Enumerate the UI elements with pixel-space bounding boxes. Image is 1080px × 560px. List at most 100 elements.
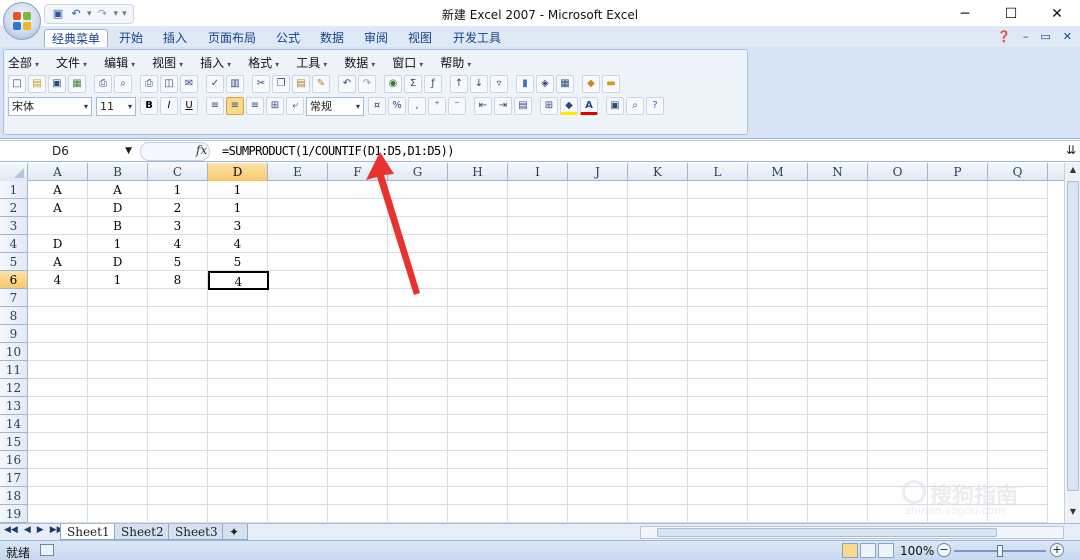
cell-c4[interactable]: 4 (148, 235, 208, 253)
menu-file[interactable]: 文件 ▾ (56, 54, 87, 71)
cell-p16[interactable] (928, 451, 988, 469)
cell-k15[interactable] (628, 433, 688, 451)
fill-color-icon[interactable]: ◆ (560, 97, 578, 115)
help-icon[interactable]: ❓ (997, 30, 1011, 43)
sheet-tab-sheet3[interactable]: Sheet3 (168, 524, 225, 540)
cell-h13[interactable] (448, 397, 508, 415)
cell-i2[interactable] (508, 199, 568, 217)
cell-d17[interactable] (208, 469, 268, 487)
menu-tools[interactable]: 工具 ▾ (296, 54, 327, 71)
cell-q14[interactable] (988, 415, 1048, 433)
cell-i10[interactable] (508, 343, 568, 361)
row-header-2[interactable]: 2 (0, 199, 28, 217)
email-icon[interactable]: ✉ (180, 75, 198, 93)
cell-g9[interactable] (388, 325, 448, 343)
cell-d14[interactable] (208, 415, 268, 433)
cell-m16[interactable] (748, 451, 808, 469)
tab-review[interactable]: 审阅 (358, 29, 394, 48)
cell-f12[interactable] (328, 379, 388, 397)
cell-e1[interactable] (268, 181, 328, 199)
cell-l11[interactable] (688, 361, 748, 379)
cell-c18[interactable] (148, 487, 208, 505)
menu-data[interactable]: 数据 ▾ (344, 54, 375, 71)
cell-g10[interactable] (388, 343, 448, 361)
column-header-c[interactable]: C (148, 163, 208, 181)
cell-g3[interactable] (388, 217, 448, 235)
cut-icon[interactable]: ✂ (252, 75, 270, 93)
cell-h18[interactable] (448, 487, 508, 505)
filter-icon[interactable]: ▿ (490, 75, 508, 93)
cell-p1[interactable] (928, 181, 988, 199)
cell-b15[interactable] (88, 433, 148, 451)
cell-j6[interactable] (568, 271, 628, 289)
cell-o7[interactable] (868, 289, 928, 307)
cell-l2[interactable] (688, 199, 748, 217)
cell-a3[interactable] (28, 217, 88, 235)
cell-j4[interactable] (568, 235, 628, 253)
macro-icon[interactable]: ◆ (582, 75, 600, 93)
cell-n12[interactable] (808, 379, 868, 397)
cell-m4[interactable] (748, 235, 808, 253)
cell-p2[interactable] (928, 199, 988, 217)
sheet-tab-sheet1[interactable]: Sheet1 (60, 524, 117, 540)
cell-d10[interactable] (208, 343, 268, 361)
cell-f16[interactable] (328, 451, 388, 469)
cell-o3[interactable] (868, 217, 928, 235)
cell-o4[interactable] (868, 235, 928, 253)
cell-k5[interactable] (628, 253, 688, 271)
cell-a11[interactable] (28, 361, 88, 379)
cell-q3[interactable] (988, 217, 1048, 235)
tab-developer[interactable]: 开发工具 (446, 29, 508, 48)
cell-b14[interactable] (88, 415, 148, 433)
cell-j3[interactable] (568, 217, 628, 235)
cell-f7[interactable] (328, 289, 388, 307)
cell-f19[interactable] (328, 505, 388, 523)
cell-f9[interactable] (328, 325, 388, 343)
cell-j18[interactable] (568, 487, 628, 505)
cell-e12[interactable] (268, 379, 328, 397)
cell-j17[interactable] (568, 469, 628, 487)
cell-d7[interactable] (208, 289, 268, 307)
cell-g15[interactable] (388, 433, 448, 451)
folder-icon[interactable]: ▬ (602, 75, 620, 93)
cell-d8[interactable] (208, 307, 268, 325)
cell-i16[interactable] (508, 451, 568, 469)
zoom-slider-thumb[interactable] (997, 545, 1003, 557)
office-button[interactable] (3, 2, 41, 40)
cell-n5[interactable] (808, 253, 868, 271)
comma-button[interactable]: , (408, 97, 426, 115)
cell-a2[interactable]: A (28, 199, 88, 217)
cell-i15[interactable] (508, 433, 568, 451)
cell-f2[interactable] (328, 199, 388, 217)
cell-j8[interactable] (568, 307, 628, 325)
cell-o15[interactable] (868, 433, 928, 451)
spelling-icon[interactable]: ✓ (206, 75, 224, 93)
cell-j16[interactable] (568, 451, 628, 469)
cell-q8[interactable] (988, 307, 1048, 325)
borders-icon[interactable]: ⊞ (540, 97, 558, 115)
cell-c15[interactable] (148, 433, 208, 451)
cell-a7[interactable] (28, 289, 88, 307)
formula-input[interactable]: =SUMPRODUCT(1/COUNTIF(D1:D5,D1:D5)) (222, 144, 454, 158)
cell-l9[interactable] (688, 325, 748, 343)
cell-n6[interactable] (808, 271, 868, 289)
cell-l4[interactable] (688, 235, 748, 253)
decrease-decimal-icon[interactable]: ⁻ (448, 97, 466, 115)
cell-m18[interactable] (748, 487, 808, 505)
zoom-out-button[interactable]: − (937, 543, 951, 557)
cell-i5[interactable] (508, 253, 568, 271)
cell-p12[interactable] (928, 379, 988, 397)
font-name-select[interactable]: 宋体 ▾ (8, 96, 92, 116)
cell-l12[interactable] (688, 379, 748, 397)
cell-b4[interactable]: 1 (88, 235, 148, 253)
cell-k17[interactable] (628, 469, 688, 487)
tab-data[interactable]: 数据 (314, 29, 350, 48)
first-sheet-icon[interactable]: ◀◀ (4, 525, 18, 535)
row-header-6[interactable]: 6 (0, 271, 28, 289)
cell-n10[interactable] (808, 343, 868, 361)
cell-b6[interactable]: 1 (88, 271, 148, 289)
cell-e8[interactable] (268, 307, 328, 325)
cell-e5[interactable] (268, 253, 328, 271)
cell-c5[interactable]: 5 (148, 253, 208, 271)
cell-m3[interactable] (748, 217, 808, 235)
